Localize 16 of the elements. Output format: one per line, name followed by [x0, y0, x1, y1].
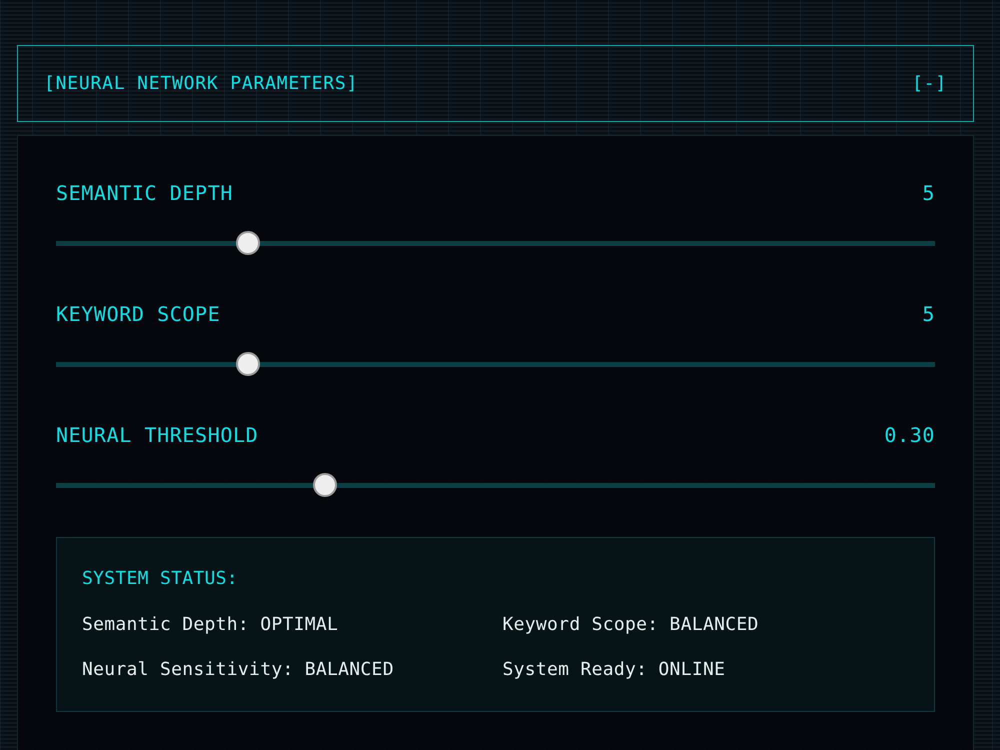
slider-value: 0.30	[884, 423, 935, 447]
slider-label: NEURAL THRESHOLD	[56, 423, 258, 447]
status-text: Keyword Scope: BALANCED	[502, 614, 759, 636]
slider-thumb[interactable]	[312, 473, 336, 497]
collapse-button[interactable]: [-]	[912, 72, 947, 96]
slider-thumb[interactable]	[236, 231, 260, 255]
status-title: SYSTEM STATUS:	[82, 568, 238, 590]
slider-label: SEMANTIC DEPTH	[56, 181, 233, 205]
status-text: Semantic Depth: OPTIMAL	[82, 614, 338, 636]
slider-label: KEYWORD SCOPE	[56, 302, 220, 326]
status-text: Neural Sensitivity: BALANCED	[82, 659, 394, 681]
slider-value: 5	[922, 181, 935, 205]
panel-title: [NEURAL NETWORK PARAMETERS]	[44, 72, 358, 96]
slider-thumb[interactable]	[236, 352, 260, 376]
status-text: System Ready: ONLINE	[502, 659, 726, 681]
slider-value: 5	[922, 302, 935, 326]
